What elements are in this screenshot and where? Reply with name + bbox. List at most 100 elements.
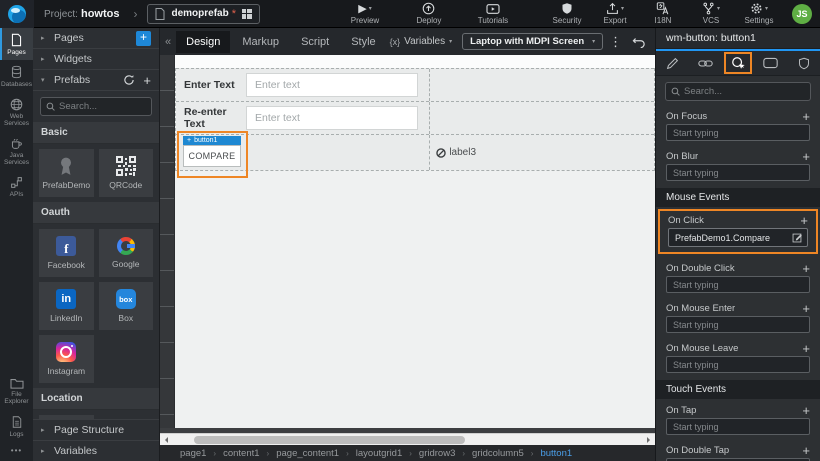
horizontal-scrollbar[interactable] (160, 433, 655, 445)
scrollbar-thumb[interactable] (194, 436, 465, 444)
add-page-button[interactable]: + (136, 31, 151, 46)
rail-item-apis[interactable]: APIs (0, 171, 33, 202)
prefab-tile-instagram[interactable]: Instagram (39, 335, 94, 383)
panel-section-variables[interactable]: ▸ Variables (33, 440, 159, 461)
selected-button-widget[interactable]: + button1 COMPARE (183, 136, 241, 167)
variables-dropdown[interactable]: {x} Variables ▾ (390, 36, 452, 47)
rail-item-file-explorer[interactable]: File Explorer (0, 372, 33, 410)
add-on-mouse-leave-button[interactable]: + (802, 342, 810, 355)
panel-section-widgets[interactable]: ▸ Widgets (33, 49, 159, 70)
prefab-tile-prefabdemo[interactable]: PrefabDemo (39, 149, 94, 197)
add-on-double-tap-button[interactable]: + (802, 444, 810, 457)
on-click-input[interactable] (675, 233, 788, 243)
prefab-search-input[interactable] (59, 101, 146, 112)
preview-button[interactable]: ▶▾ Preview (346, 2, 384, 25)
panel-section-pages[interactable]: ▸ Pages + (33, 28, 159, 49)
export-button[interactable]: ▾ Export (596, 2, 634, 25)
coffee-cup-icon (10, 137, 23, 150)
section-mouse-events: Mouse Events (656, 188, 820, 207)
shield-outline-icon (798, 57, 810, 70)
rail-item-logs[interactable]: Logs (0, 410, 33, 442)
add-prefab-button[interactable]: + (143, 74, 151, 87)
tab-properties[interactable] (656, 51, 689, 75)
canvas-page[interactable]: Enter Text Re-enter Text (175, 55, 655, 428)
selection-tag[interactable]: + button1 (183, 136, 241, 145)
add-on-click-button[interactable]: + (800, 214, 808, 227)
rail-item-databases[interactable]: Databases (0, 60, 33, 92)
add-on-focus-button[interactable]: + (802, 110, 810, 123)
prefab-tile-box[interactable]: box Box (99, 282, 154, 330)
tutorials-button[interactable]: Tutorials (474, 2, 512, 25)
vcs-button[interactable]: ▾ VCS (692, 2, 730, 25)
on-mouse-leave-input[interactable] (666, 356, 810, 373)
tab-mobile[interactable] (754, 51, 787, 75)
page-tab-demoprefab[interactable]: demoprefab * (147, 4, 260, 24)
add-on-double-click-button[interactable]: + (802, 262, 810, 275)
topbar-right-actions: Security ▾ Export I18N ▾ VCS ▾ Settings … (536, 2, 820, 25)
compare-button[interactable]: COMPARE (183, 145, 241, 167)
crumb-content1[interactable]: content1 (223, 448, 259, 459)
rail-item-java-services[interactable]: Java Services (0, 132, 33, 171)
tab-script[interactable]: Script (291, 31, 339, 53)
deploy-button[interactable]: Deploy (410, 2, 448, 25)
crumb-page-content1[interactable]: page_content1 (276, 448, 339, 459)
grid-row-3[interactable]: + button1 COMPARE label3 (176, 134, 654, 170)
undo-button[interactable] (628, 36, 650, 48)
design-canvas: Enter Text Re-enter Text (160, 55, 655, 433)
canvas-ruler (160, 55, 175, 428)
add-on-blur-button[interactable]: + (802, 150, 810, 163)
tab-events[interactable] (722, 51, 755, 75)
instagram-icon (56, 342, 76, 362)
add-on-mouse-enter-button[interactable]: + (802, 302, 810, 315)
add-on-tap-button[interactable]: + (802, 404, 810, 417)
prefab-tile-facebook[interactable]: f Facebook (39, 229, 94, 277)
refresh-icon[interactable] (123, 74, 135, 86)
on-blur-input[interactable] (666, 164, 810, 181)
text-field-2[interactable] (246, 106, 418, 130)
topbar-left-actions: ▶▾ Preview Deploy Tutorials (346, 2, 512, 25)
events-search-input[interactable] (684, 86, 805, 97)
prefab-tile-linkedin[interactable]: in LinkedIn (39, 282, 94, 330)
preview-label: Preview (351, 16, 379, 25)
rail-more-button[interactable]: ••• (0, 442, 33, 461)
app-logo[interactable] (0, 0, 34, 28)
canvas-options-button[interactable]: ⋮ (605, 34, 626, 50)
on-mouse-enter-input[interactable] (666, 316, 810, 333)
security-button[interactable]: Security (548, 2, 586, 25)
edit-on-click-button[interactable] (792, 232, 803, 243)
collapsed-triangle-icon: ▸ (41, 447, 48, 455)
crumb-gridrow3[interactable]: gridrow3 (419, 448, 455, 459)
label3-widget[interactable]: label3 (436, 147, 476, 158)
main-area: Pages Databases Web Services Java Servic… (0, 28, 820, 461)
text-field-1[interactable] (246, 73, 418, 97)
tab-styles[interactable] (689, 51, 722, 75)
user-avatar[interactable]: JS (792, 4, 812, 24)
crumb-gridcolumn5[interactable]: gridcolumn5 (472, 448, 524, 459)
rail-item-web-services[interactable]: Web Services (0, 93, 33, 132)
on-tap-input[interactable] (666, 418, 810, 435)
scroll-left-arrow[interactable] (162, 437, 168, 443)
on-focus-input[interactable] (666, 124, 810, 141)
tab-markup[interactable]: Markup (232, 31, 289, 53)
panel-section-prefabs[interactable]: ▾ Prefabs + (33, 70, 159, 91)
crumb-page1[interactable]: page1 (180, 448, 206, 459)
prefab-tile-qrcode[interactable]: QRCode (99, 149, 154, 197)
device-selector[interactable]: Laptop with MDPI Screen ▾ (462, 33, 603, 50)
collapsed-triangle-icon: ▸ (41, 34, 48, 42)
grid-row-1[interactable]: Enter Text (176, 68, 654, 101)
settings-button[interactable]: ▾ Settings (740, 2, 778, 25)
prefab-tile-google[interactable]: Google (99, 229, 154, 277)
rail-item-pages[interactable]: Pages (0, 28, 33, 60)
tab-style[interactable]: Style (341, 31, 385, 53)
crumb-layoutgrid1[interactable]: layoutgrid1 (356, 448, 402, 459)
grid-row-2[interactable]: Re-enter Text (176, 101, 654, 134)
scroll-right-arrow[interactable] (647, 437, 653, 443)
on-double-click-input[interactable] (666, 276, 810, 293)
collapse-panel-button[interactable]: « (162, 36, 174, 48)
tab-security[interactable] (787, 51, 820, 75)
dashboard-grid-icon[interactable] (242, 9, 252, 19)
i18n-button[interactable]: I18N (644, 2, 682, 25)
crumb-button1[interactable]: button1 (540, 448, 572, 459)
tab-design[interactable]: Design (176, 31, 230, 53)
panel-section-page-structure[interactable]: ▸ Page Structure (33, 419, 159, 440)
